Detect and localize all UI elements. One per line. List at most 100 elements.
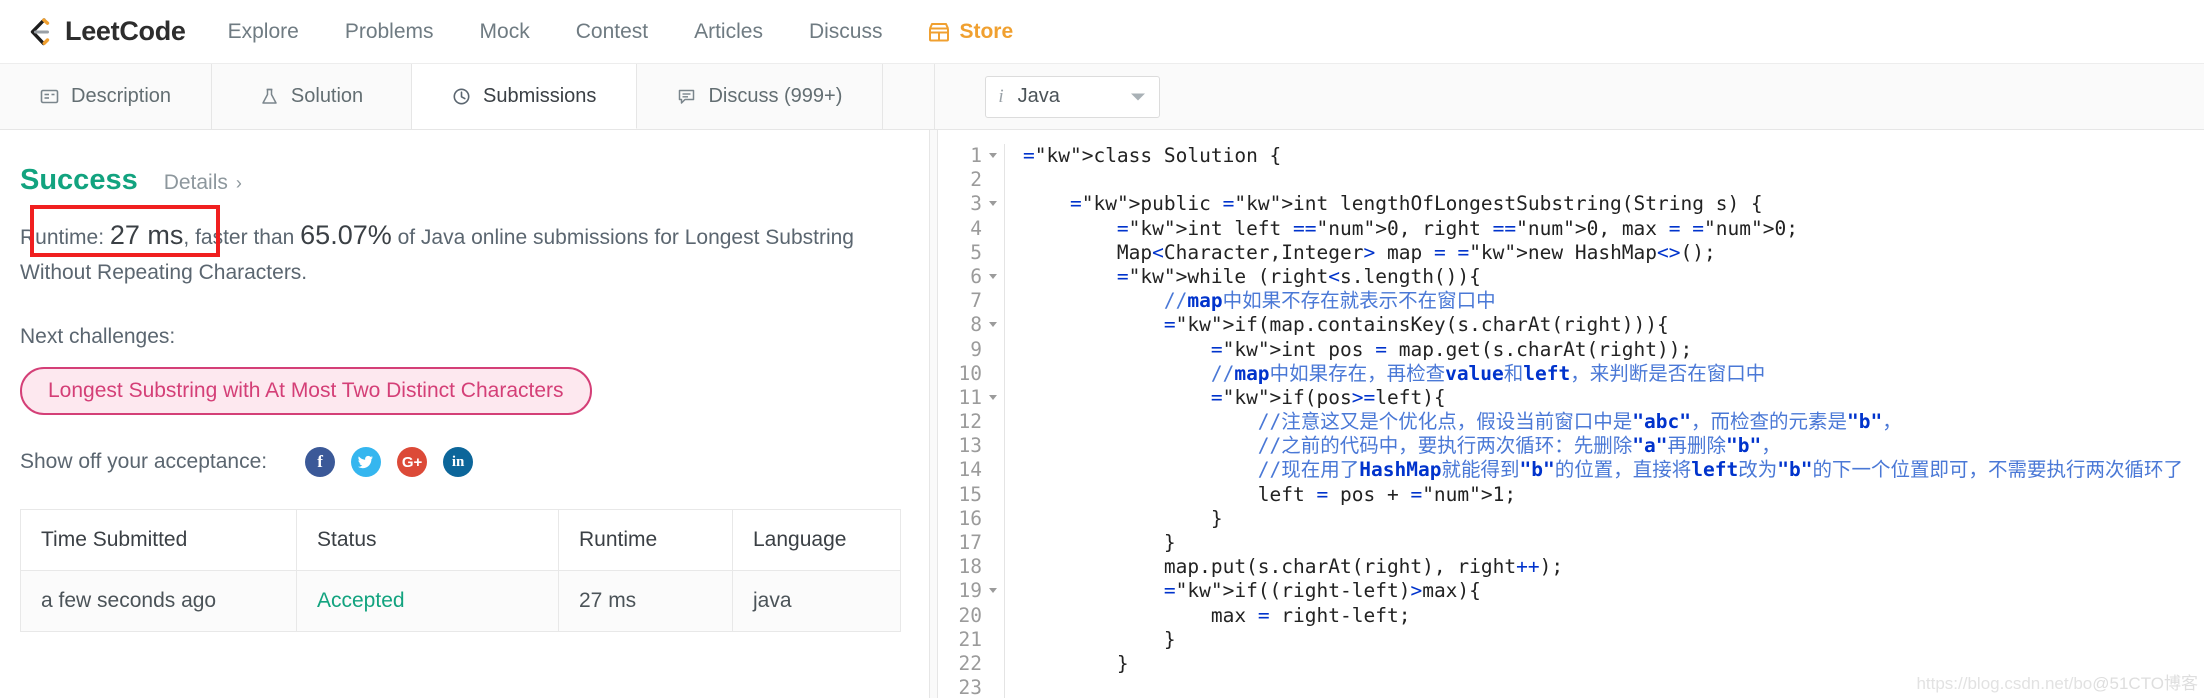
line-number: 6 [938, 265, 998, 289]
tab-submissions[interactable]: Submissions [412, 64, 638, 129]
twitter-icon[interactable] [351, 447, 382, 478]
table-header-row: Time Submitted Status Runtime Language [20, 509, 901, 572]
line-number: 23 [958, 676, 982, 698]
line-number: 9 [970, 337, 982, 361]
details-link[interactable]: Details › [164, 171, 242, 195]
code-line: ="kw">if((right-left)>max){ [1163, 579, 1481, 603]
line-number: 16 [958, 506, 982, 530]
fold-arrow-icon[interactable] [989, 322, 997, 328]
line-number: 11 [938, 386, 998, 410]
code-editor-pane: 123456789101112131415161718192021222324 … [938, 130, 2204, 698]
code-line: //map中如果存在，再检查value和left，来判断是否在窗口中 [1023, 361, 1766, 385]
fold-arrow-icon[interactable] [989, 394, 997, 400]
linkedin-icon[interactable]: in [443, 447, 474, 478]
top-navbar: LeetCode Explore Problems Mock Contest A… [0, 0, 2204, 64]
nav-link-articles[interactable]: Articles [694, 20, 763, 44]
result-header: Success Details › [20, 164, 881, 197]
fold-arrow-icon[interactable] [989, 588, 997, 594]
line-number: 13 [958, 434, 982, 458]
code-line: ="kw">public ="kw">int lengthOfLongestSu… [1069, 192, 1763, 216]
runtime-summary: Runtime: 27 ms, faster than 65.07% of Ja… [20, 205, 881, 289]
share-row: Show off your acceptance: f G+ in [20, 447, 881, 478]
nav-link-contest[interactable]: Contest [576, 20, 648, 44]
comment-icon [677, 87, 696, 106]
chevron-right-icon: › [235, 173, 242, 193]
tab-solution[interactable]: Solution [212, 64, 413, 129]
code-line: //现在用了HashMap就能得到"b"的位置，直接将left改为"b"的下一个… [1023, 458, 2183, 482]
line-number: 14 [958, 458, 982, 482]
problem-tab-bar: Description Solution Submissions Discuss… [0, 64, 2204, 130]
table-row[interactable]: a few seconds ago Accepted 27 ms java [20, 570, 901, 633]
cell-language: java [732, 570, 901, 633]
submissions-table: Time Submitted Status Runtime Language a… [20, 509, 901, 633]
code-editor[interactable]: 123456789101112131415161718192021222324 … [938, 130, 2204, 698]
line-number-gutter: 123456789101112131415161718192021222324 [938, 144, 1004, 698]
tab-solution-label: Solution [290, 85, 364, 107]
google-plus-icon[interactable]: G+ [397, 447, 428, 478]
next-challenge-link[interactable]: Longest Substring with At Most Two Disti… [20, 367, 592, 416]
code-content[interactable]: ="kw">class Solution { ="kw">public ="kw… [1023, 144, 2204, 698]
tab-discuss[interactable]: Discuss (999+) [637, 64, 884, 129]
brand-name: LeetCode [65, 16, 186, 46]
code-line: //map中如果不存在就表示不在窗口中 [1023, 289, 1496, 313]
language-select[interactable]: i Java [985, 75, 1161, 118]
tab-description-label: Description [71, 85, 172, 107]
code-line: } [1023, 506, 1223, 530]
line-number: 18 [958, 555, 982, 579]
next-challenges-label: Next challenges: [20, 325, 176, 349]
line-number: 19 [938, 579, 998, 603]
facebook-icon[interactable]: f [305, 447, 336, 478]
nav-link-explore[interactable]: Explore [228, 20, 299, 44]
leetcode-logo-icon [22, 15, 56, 49]
code-line: } [1023, 651, 1129, 675]
cell-status[interactable]: Accepted [296, 570, 559, 633]
nav-link-discuss[interactable]: Discuss [809, 20, 883, 44]
tab-bar-spacer [883, 64, 936, 129]
fold-arrow-icon[interactable] [989, 273, 997, 279]
line-number: 17 [958, 531, 982, 554]
chevron-down-icon [1131, 93, 1146, 100]
column-header-language: Language [732, 509, 901, 572]
code-line: ="kw">if(map.containsKey(s.charAt(right)… [1163, 313, 1669, 337]
percentile-value: 65.07% [300, 220, 392, 250]
line-number: 10 [958, 361, 982, 385]
column-header-runtime: Runtime [558, 509, 733, 572]
column-header-status: Status [296, 509, 559, 572]
fold-arrow-icon[interactable] [989, 153, 997, 158]
tab-discuss-label: Discuss (999+) [708, 85, 843, 107]
language-select-value: Java [1017, 85, 1060, 107]
faster-than-text: faster than [189, 226, 301, 249]
details-label: Details [163, 171, 228, 194]
code-line: //注意这又是个优化点，假设当前窗口中是"abc"，而检查的元素是"b"， [1023, 410, 1902, 434]
line-number: 7 [970, 289, 982, 313]
store-label: Store [959, 19, 1014, 43]
tab-description[interactable]: Description [0, 64, 213, 129]
code-line: ="kw">while (right<s.length()){ [1116, 264, 1481, 288]
line-number: 3 [938, 192, 998, 216]
cell-runtime: 27 ms [558, 570, 733, 633]
fold-arrow-icon[interactable] [989, 201, 997, 207]
code-line: ="kw">int pos = map.get(s.charAt(right))… [1210, 337, 1693, 361]
share-label: Show off your acceptance: [20, 450, 268, 474]
nav-link-store[interactable]: Store [928, 20, 1013, 44]
pane-divider[interactable] [930, 130, 938, 698]
code-line: ="kw">if(pos>=left){ [1210, 385, 1446, 409]
info-i-icon: i [998, 85, 1004, 107]
code-line: } [1023, 627, 1176, 651]
store-icon [928, 21, 950, 43]
content-panes: Success Details › Runtime: 27 ms, faster … [0, 130, 2204, 698]
nav-link-mock[interactable]: Mock [480, 20, 530, 44]
line-number: 4 [970, 216, 982, 240]
status-badge: Success [20, 164, 138, 196]
line-number: 8 [938, 313, 998, 337]
nav-link-problems[interactable]: Problems [345, 20, 434, 44]
description-icon [40, 87, 59, 106]
code-line: ="kw">class Solution { [1023, 144, 1282, 167]
line-number: 15 [958, 482, 982, 506]
line-number: 5 [970, 240, 982, 264]
brand-logo[interactable]: LeetCode [22, 15, 186, 49]
code-line: map.put(s.charAt(right), right++); [1023, 555, 1564, 579]
clock-icon [452, 87, 471, 106]
flask-icon [260, 87, 279, 106]
